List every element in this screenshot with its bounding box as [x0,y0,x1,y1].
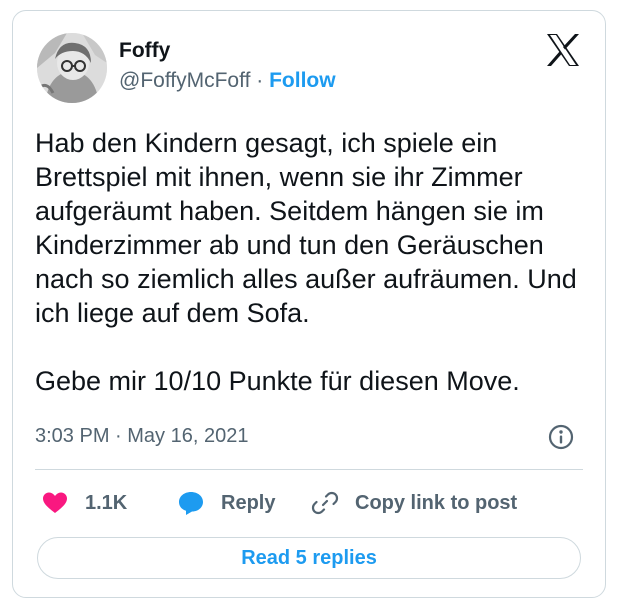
reply-button[interactable]: Reply [177,483,275,523]
divider [35,469,583,470]
copy-link-button[interactable]: Copy link to post [311,483,517,523]
like-count: 1.1K [85,491,128,514]
avatar[interactable] [37,33,107,103]
author-handle[interactable]: @FoffyMcFoff [119,69,250,92]
author-name[interactable]: Foffy [119,39,170,63]
x-logo-icon[interactable] [545,33,581,67]
read-replies-button[interactable]: Read 5 replies [37,537,581,579]
follow-button[interactable]: Follow [269,69,336,92]
tweet-timestamp[interactable]: 3:03 PM · May 16, 2021 [35,425,248,448]
action-bar: 1.1K Reply Copy link to post [41,483,581,523]
copy-link-label: Copy link to post [355,491,518,514]
heart-icon [41,489,69,517]
tweet-text: Hab den Kindern gesagt, ich spiele ein B… [35,128,577,396]
handle-separator: · [256,69,264,92]
info-icon[interactable] [547,423,575,451]
reply-label: Reply [221,491,276,514]
speech-bubble-icon [177,489,205,517]
link-icon [311,489,339,517]
avatar-image [37,33,107,103]
tweet-card: Foffy @FoffyMcFoff · Follow Hab den Kind… [12,10,606,598]
author-handle-line: @FoffyMcFoff · Follow [119,69,336,93]
like-button[interactable]: 1.1K [41,483,127,523]
